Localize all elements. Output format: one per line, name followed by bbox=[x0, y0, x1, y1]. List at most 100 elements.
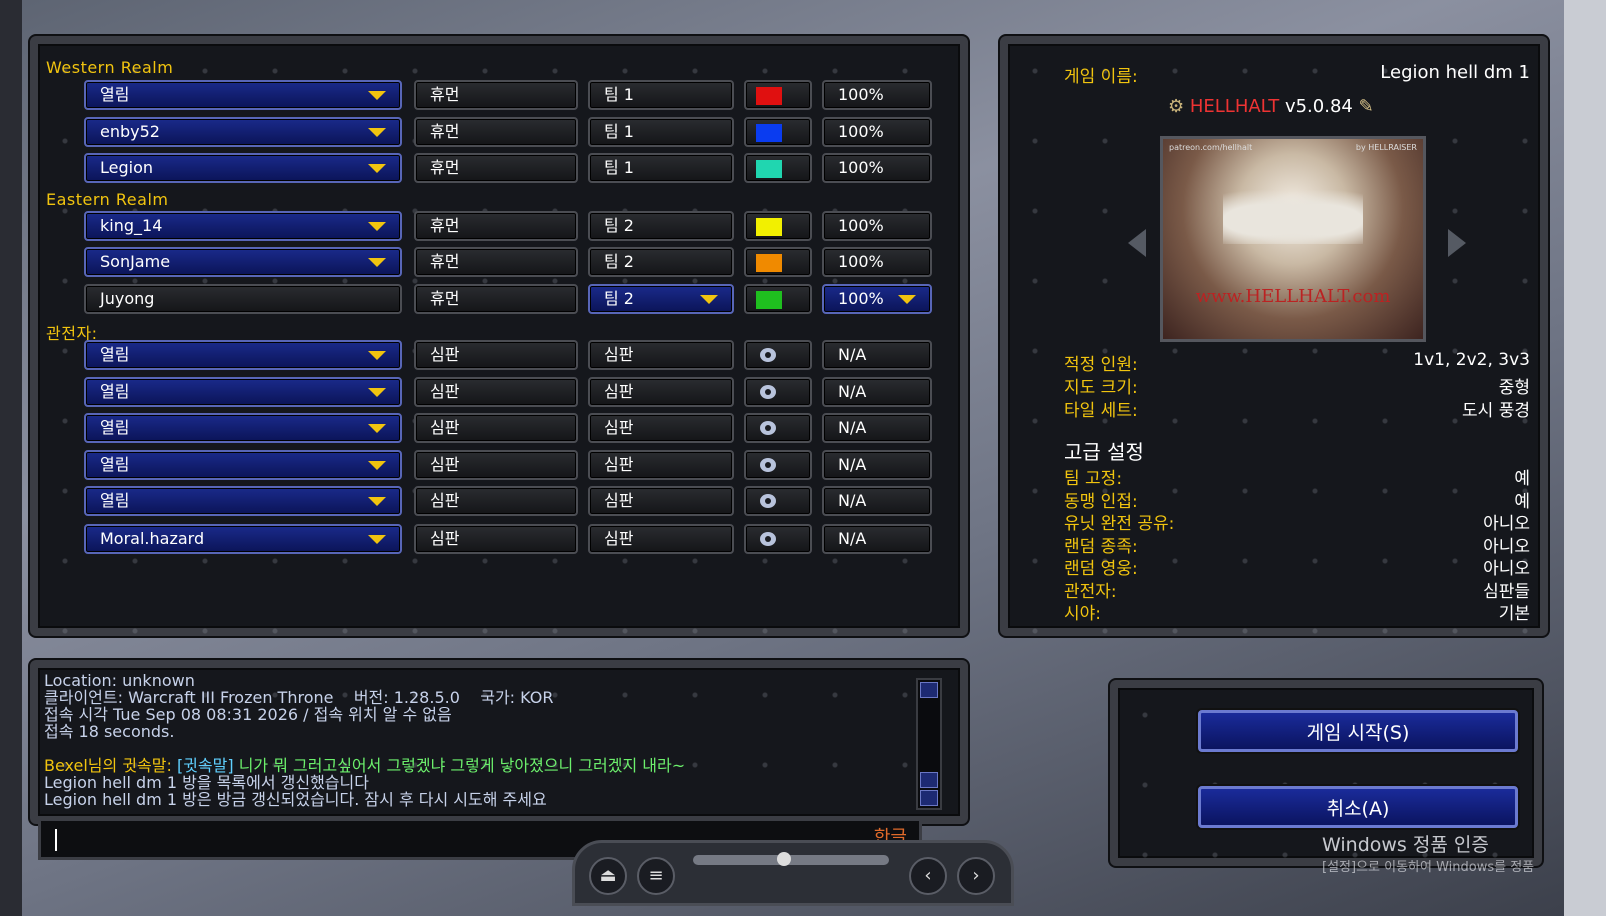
slot-handicap-text: 100% bbox=[838, 216, 884, 235]
slot-handicap: N/A bbox=[822, 413, 932, 443]
chevron-down-icon bbox=[368, 535, 386, 544]
scroll-up-button[interactable] bbox=[920, 682, 938, 698]
players-value: 1v1, 2v2, 3v3 bbox=[1413, 350, 1530, 370]
eject-icon[interactable]: ⏏ bbox=[589, 857, 627, 895]
map-size-value: 중형 bbox=[1498, 378, 1530, 398]
chevron-left-icon[interactable]: ‹ bbox=[909, 857, 947, 895]
color-swatch bbox=[756, 124, 782, 142]
slot-handicap: 100% bbox=[822, 80, 932, 110]
eye-icon bbox=[760, 458, 776, 472]
slot-name-dropdown[interactable]: 열림 bbox=[84, 450, 402, 480]
setting-value: 기본 bbox=[1498, 604, 1530, 624]
chevron-down-icon bbox=[368, 461, 386, 470]
slot-name-text: Legion bbox=[100, 158, 154, 177]
chat-line: 클라이언트: Warcraft III Frozen Throne 버전: 1.… bbox=[44, 688, 554, 707]
start-game-button[interactable]: 게임 시작(S) bbox=[1198, 710, 1518, 752]
menu-icon[interactable]: ≡ bbox=[637, 857, 675, 895]
slot-handicap: N/A bbox=[822, 486, 932, 516]
right-edge bbox=[1564, 0, 1606, 916]
slot-team[interactable]: 팀 2 bbox=[588, 284, 734, 314]
slot-team: 팀 1 bbox=[588, 80, 734, 110]
color-swatch bbox=[756, 218, 782, 236]
slot-color bbox=[744, 80, 812, 110]
slot-team-text: 심판 bbox=[604, 529, 634, 548]
game-name-label: 게임 이름: bbox=[1064, 67, 1138, 87]
chevron-down-icon bbox=[368, 222, 386, 231]
slot-color bbox=[744, 117, 812, 147]
slot-name-dropdown[interactable]: enby52 bbox=[84, 117, 402, 147]
slot-race: 휴먼 bbox=[414, 284, 578, 314]
color-swatch bbox=[756, 291, 782, 309]
overlay-toolbar: ⏏ ≡ ‹ › bbox=[572, 840, 1014, 906]
slot-handicap-text: 100% bbox=[838, 122, 884, 141]
map-size-label: 지도 크기: bbox=[1064, 378, 1138, 398]
slot-name-dropdown[interactable]: Moral.hazard bbox=[84, 524, 402, 554]
slot-race: 심판 bbox=[414, 524, 578, 554]
slot-team: 심판 bbox=[588, 377, 734, 407]
whisper-line: Bexel님의 귓속말: [귓속말] 니가 뭐 그러고싶어서 그렇겠냐 그렇게 … bbox=[44, 757, 904, 774]
map-name-red: HELLHALT bbox=[1189, 96, 1280, 117]
slot-name-dropdown[interactable]: king_14 bbox=[84, 211, 402, 241]
chevron-down-icon bbox=[368, 164, 386, 173]
slot-team-text: 팀 2 bbox=[604, 216, 634, 235]
slot-team: 심판 bbox=[588, 413, 734, 443]
game-name-value: Legion hell dm 1 bbox=[1380, 62, 1530, 83]
slot-name-dropdown[interactable]: 열림 bbox=[84, 413, 402, 443]
slot-team: 심판 bbox=[588, 486, 734, 516]
chevron-down-icon bbox=[368, 258, 386, 267]
preview-logo-text: www.HELLHALT.com bbox=[1195, 286, 1391, 307]
slot-name-dropdown[interactable]: 열림 bbox=[84, 486, 402, 516]
slot-name-dropdown[interactable]: 열림 bbox=[84, 80, 402, 110]
scroll-icon: ✎ bbox=[1352, 96, 1374, 117]
chevron-down-icon bbox=[368, 424, 386, 433]
prev-map-arrow-icon[interactable] bbox=[1128, 229, 1146, 257]
slot-team-text: 팀 2 bbox=[604, 252, 634, 271]
slot-name-text: enby52 bbox=[100, 122, 160, 141]
slot-name-dropdown[interactable]: Legion bbox=[84, 153, 402, 183]
setting-value: 심판들 bbox=[1483, 581, 1530, 602]
slot-handicap-text: N/A bbox=[838, 345, 867, 364]
player-slots-panel: Western Realm Eastern Realm 관전자: 열림 휴먼 팀 1… bbox=[30, 36, 968, 636]
slot-race: 휴먼 bbox=[414, 80, 578, 110]
slot-race: 심판 bbox=[414, 377, 578, 407]
tileset-label: 타일 세트: bbox=[1064, 401, 1138, 421]
slot-race: 심판 bbox=[414, 413, 578, 443]
setting-label: 팀 고정: bbox=[1064, 469, 1123, 489]
overlay-slider[interactable] bbox=[693, 852, 889, 866]
slot-name-dropdown[interactable]: 열림 bbox=[84, 377, 402, 407]
slot-name-dropdown[interactable]: 열림 bbox=[84, 340, 402, 370]
player-slot-row: Legion 휴먼 팀 1 100% bbox=[84, 153, 944, 183]
slot-handicap: N/A bbox=[822, 450, 932, 480]
setting-label: 동맹 인접: bbox=[1064, 491, 1138, 512]
slider-knob[interactable] bbox=[777, 852, 791, 866]
scroll-thumb[interactable] bbox=[920, 772, 938, 788]
setting-label: 랜덤 종족: bbox=[1064, 536, 1138, 557]
chat-line: Location: unknown bbox=[44, 671, 195, 690]
slot-handicap[interactable]: 100% bbox=[822, 284, 932, 314]
slot-handicap: N/A bbox=[822, 340, 932, 370]
slot-color bbox=[744, 284, 812, 314]
cancel-button[interactable]: 취소(A) bbox=[1198, 786, 1518, 828]
eye-icon bbox=[760, 348, 776, 362]
slot-color bbox=[744, 247, 812, 277]
slot-name-dropdown[interactable]: SonJame bbox=[84, 247, 402, 277]
slot-team-text: 팀 2 bbox=[604, 289, 634, 308]
chevron-down-icon bbox=[700, 295, 718, 304]
player-slot-row: 열림 심판 심판 N/A bbox=[84, 486, 944, 516]
slot-team: 심판 bbox=[588, 450, 734, 480]
setting-value: 예 bbox=[1514, 491, 1530, 512]
chevron-down-icon bbox=[368, 91, 386, 100]
scroll-down-button[interactable] bbox=[920, 790, 938, 806]
next-map-arrow-icon[interactable] bbox=[1448, 229, 1466, 257]
setting-value: 아니오 bbox=[1483, 536, 1530, 557]
chat-scrollbar[interactable] bbox=[916, 678, 942, 810]
setting-label: 시야: bbox=[1064, 604, 1102, 624]
slot-handicap-text: N/A bbox=[838, 418, 867, 437]
slot-name-dropdown[interactable]: Juyong bbox=[84, 284, 402, 314]
chat-log: Location: unknown 클라이언트: Warcraft III Fro… bbox=[44, 672, 904, 808]
eye-icon bbox=[760, 421, 776, 435]
slot-team-text: 팀 1 bbox=[604, 85, 634, 104]
slot-name-text: 열림 bbox=[100, 418, 130, 437]
setting-label: 관전자: bbox=[1064, 581, 1117, 602]
chevron-right-icon[interactable]: › bbox=[957, 857, 995, 895]
